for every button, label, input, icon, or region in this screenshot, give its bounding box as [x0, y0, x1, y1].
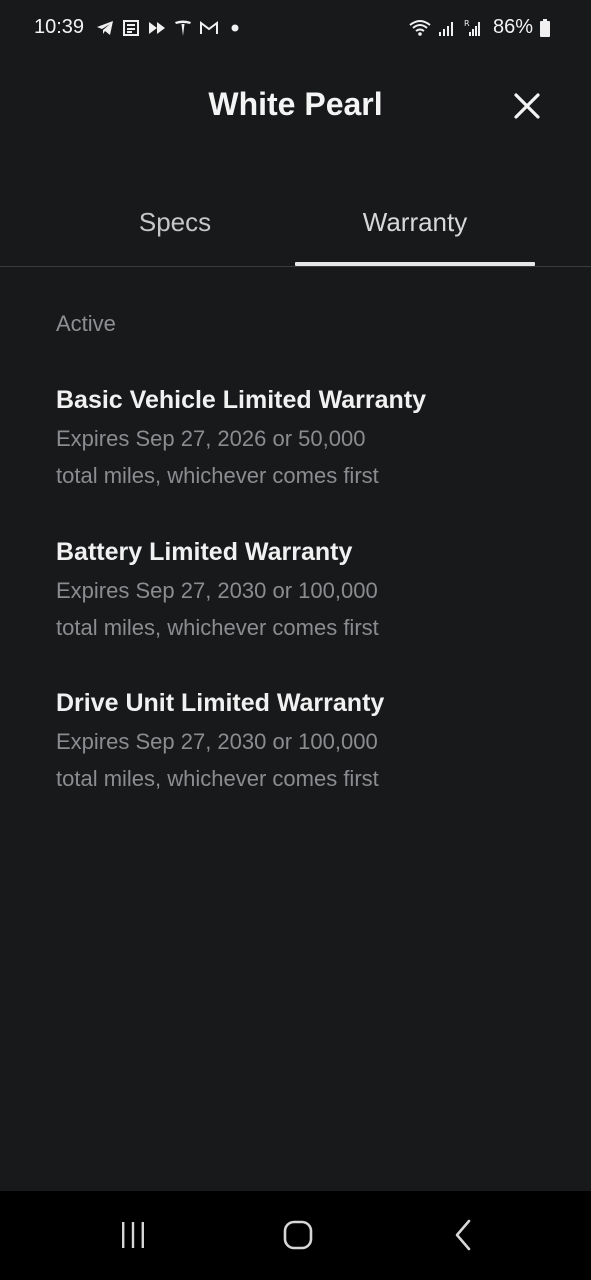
forward-icon: [149, 22, 165, 34]
tab-specs[interactable]: Specs: [55, 195, 295, 277]
recents-button[interactable]: [103, 1213, 163, 1257]
system-nav-bar: [0, 1191, 591, 1280]
warranty-title: Battery Limited Warranty: [56, 538, 353, 566]
tesla-icon: [175, 20, 191, 36]
close-button[interactable]: [508, 88, 546, 124]
warranty-expiry: Expires Sep 27, 2026 or 50,000 total mile…: [56, 426, 379, 488]
status-time: 10:39: [34, 16, 85, 38]
warranty-screen: 10:39 R 86% White Pearl Specs Warranty A…: [0, 0, 591, 1280]
warranty-item-basic-vehicle: Basic Vehicle Limited Warranty Expires S…: [56, 382, 536, 494]
status-bar: 10:39 R 86%: [0, 0, 591, 58]
back-button[interactable]: [434, 1213, 494, 1257]
section-label-active: Active: [56, 311, 116, 336]
wifi-icon: [409, 19, 431, 36]
svg-text:R: R: [464, 19, 470, 28]
signal-icon: [438, 21, 453, 36]
home-icon: [283, 1220, 313, 1250]
warranty-title: Drive Unit Limited Warranty: [56, 689, 385, 717]
close-icon: [514, 93, 540, 119]
dot-icon: [231, 24, 239, 32]
recents-icon: [122, 1222, 144, 1248]
warranty-title: Basic Vehicle Limited Warranty: [56, 386, 427, 414]
tabs-divider: [0, 266, 591, 267]
home-button[interactable]: [268, 1213, 328, 1257]
battery-icon: [540, 18, 550, 37]
tab-bar: Specs Warranty: [0, 195, 591, 267]
warranty-item-battery: Battery Limited Warranty Expires Sep 27,…: [56, 534, 536, 646]
telegram-icon: [97, 21, 113, 35]
notification-icons: [95, 18, 245, 38]
warranty-expiry: Expires Sep 27, 2030 or 100,000 total mil…: [56, 729, 379, 791]
gmail-icon: [200, 21, 218, 34]
warranty-item-drive-unit: Drive Unit Limited Warranty Expires Sep …: [56, 685, 536, 797]
battery-percent: 86%: [492, 16, 533, 38]
system-icons: R 86%: [409, 16, 551, 39]
back-icon: [455, 1219, 471, 1251]
signal-roaming-icon: R: [464, 19, 480, 36]
warranty-expiry: Expires Sep 27, 2030 or 100,000 total mil…: [56, 578, 379, 640]
page-title: White Pearl: [208, 86, 383, 122]
news-icon: [123, 20, 139, 36]
